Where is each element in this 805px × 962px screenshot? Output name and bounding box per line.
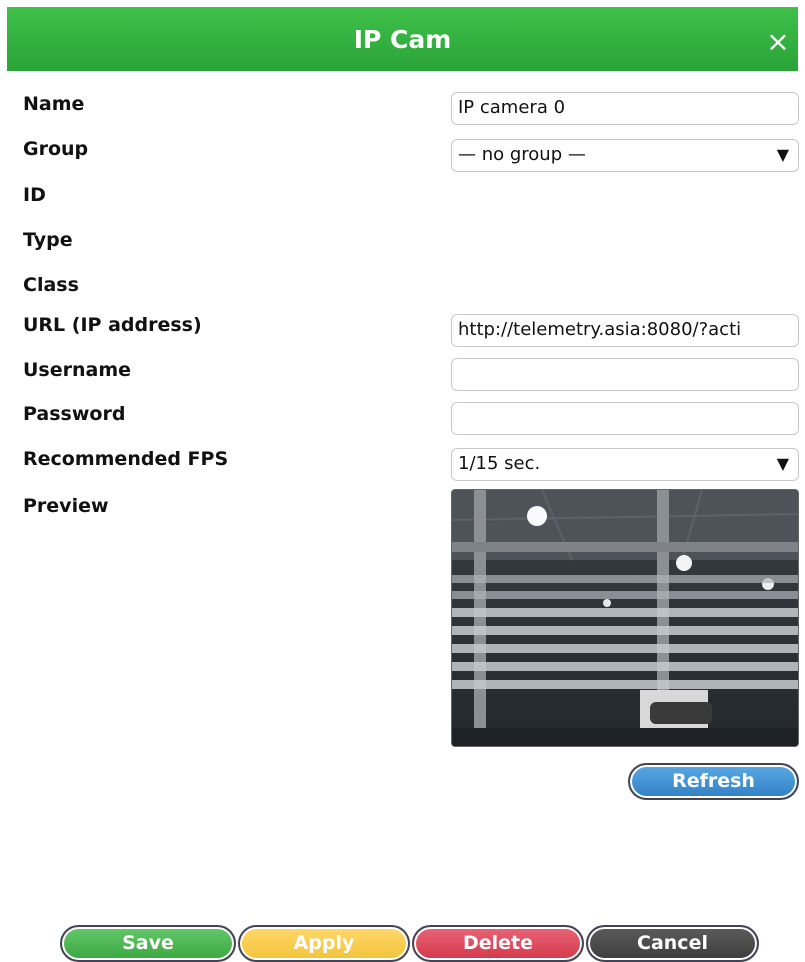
cancel-button[interactable]: Cancel bbox=[586, 925, 759, 962]
url-field[interactable]: http://telemetry.asia:8080/?acti bbox=[451, 314, 799, 347]
name-field[interactable]: IP camera 0 bbox=[451, 92, 799, 125]
save-button[interactable]: Save bbox=[60, 925, 236, 962]
id-label: ID bbox=[23, 184, 46, 206]
delete-button[interactable]: Delete bbox=[412, 925, 584, 962]
dialog-titlebar: IP Cam × bbox=[7, 7, 798, 71]
name-label: Name bbox=[23, 93, 85, 115]
camera-preview-graphic bbox=[452, 490, 798, 746]
apply-button[interactable]: Apply bbox=[238, 925, 410, 962]
class-label: Class bbox=[23, 274, 79, 296]
username-label: Username bbox=[23, 359, 132, 381]
fps-select-value: 1/15 sec. bbox=[458, 453, 541, 474]
username-field[interactable] bbox=[451, 358, 799, 391]
password-label: Password bbox=[23, 403, 126, 425]
group-label: Group bbox=[23, 138, 89, 160]
preview-label: Preview bbox=[23, 495, 109, 517]
type-label: Type bbox=[23, 229, 73, 251]
chevron-down-icon: ▼ bbox=[776, 145, 789, 164]
password-field[interactable] bbox=[451, 402, 799, 435]
fps-label: Recommended FPS bbox=[23, 448, 229, 470]
fps-select[interactable]: 1/15 sec. ▼ bbox=[451, 448, 799, 481]
camera-preview-image bbox=[451, 489, 799, 747]
chevron-down-icon: ▼ bbox=[776, 454, 789, 473]
refresh-button[interactable]: Refresh bbox=[628, 763, 799, 800]
dialog-title: IP Cam bbox=[353, 25, 452, 54]
close-icon[interactable]: × bbox=[766, 28, 790, 56]
url-label: URL (IP address) bbox=[23, 314, 202, 336]
group-select[interactable]: — no group — ▼ bbox=[451, 139, 799, 172]
group-select-value: — no group — bbox=[458, 144, 586, 165]
